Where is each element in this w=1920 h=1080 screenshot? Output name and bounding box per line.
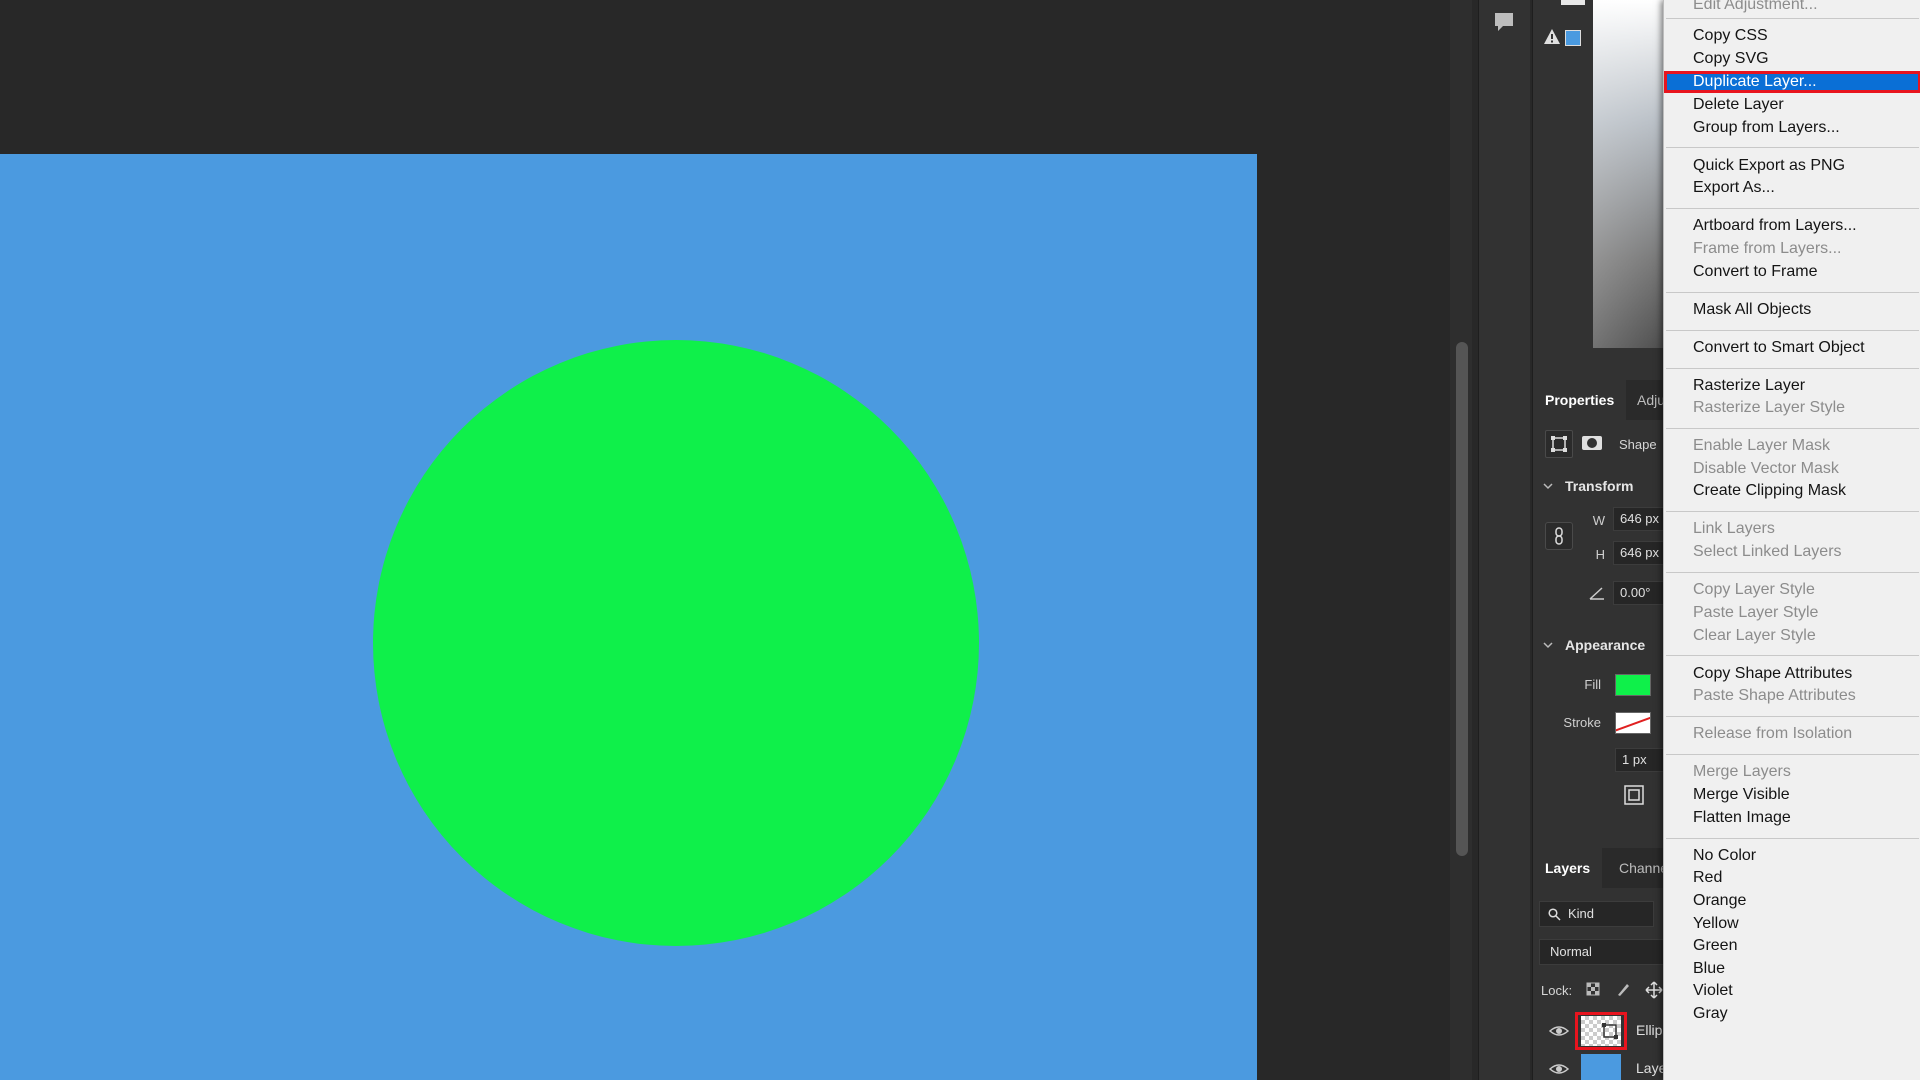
blend-mode-select[interactable]: Normal [1539, 939, 1664, 965]
stroke-label: Stroke [1563, 715, 1601, 730]
chevron-down-icon[interactable] [1543, 481, 1553, 491]
menu-item-convert-to-frame[interactable]: Convert to Frame [1664, 261, 1920, 283]
menu-item-frame-from-layers: Frame from Layers... [1693, 240, 1842, 257]
layer-context-menu: Edit Adjustment... Copy CSS Copy SVG Duplic… [1663, 0, 1920, 1080]
menu-item-copy-svg[interactable]: Copy SVG [1664, 48, 1920, 70]
menu-item-rasterize-layer[interactable]: Rasterize Layer [1664, 375, 1920, 397]
menu-separator [1666, 18, 1919, 19]
menu-separator [1666, 147, 1919, 148]
menu-item-enable-layer-mask: Enable Layer Mask [1693, 437, 1830, 454]
menu-item-artboard-from-layers[interactable]: Artboard from Layers... [1664, 215, 1920, 237]
menu-item-merge-visible[interactable]: Merge Visible [1664, 784, 1920, 806]
thumbnail-highlight-box [1575, 1012, 1627, 1050]
menu-item-flatten-image[interactable]: Flatten Image [1664, 807, 1920, 829]
mask-button[interactable] [1579, 430, 1607, 458]
menu-separator [1666, 208, 1919, 209]
menu-separator [1666, 572, 1919, 573]
menu-separator [1666, 655, 1919, 656]
stroke-color-swatch[interactable] [1615, 712, 1651, 734]
menu-item-blue[interactable]: Blue [1664, 958, 1920, 980]
menu-item-violet[interactable]: Violet [1664, 980, 1920, 1002]
canvas-area[interactable] [0, 0, 1450, 1080]
stroke-align-button[interactable] [1621, 782, 1647, 808]
stroke-options-icon [1624, 785, 1644, 805]
lock-position-icon[interactable] [1645, 981, 1663, 999]
menu-item-copy-shape-attributes[interactable]: Copy Shape Attributes [1664, 663, 1920, 685]
menu-item-release-from-isolation: Release from Isolation [1693, 725, 1853, 742]
gamut-swatch[interactable] [1565, 30, 1581, 46]
menu-item-export-as[interactable]: Export As... [1664, 177, 1920, 199]
menu-separator [1666, 330, 1919, 331]
menu-item-gray[interactable]: Gray [1664, 1003, 1920, 1025]
menu-item-link-layers: Link Layers [1693, 520, 1775, 537]
fill-label: Fill [1584, 677, 1601, 692]
menu-item-merge-layers: Merge Layers [1693, 763, 1791, 780]
menu-separator [1666, 368, 1919, 369]
shape-bounds-button[interactable] [1545, 430, 1573, 458]
menu-separator [1666, 511, 1919, 512]
mask-icon [1582, 436, 1602, 450]
panel-icon-column [1478, 0, 1530, 1080]
menu-item-paste-layer-style: Paste Layer Style [1693, 604, 1819, 621]
menu-item-create-clipping-mask[interactable]: Create Clipping Mask [1664, 480, 1920, 502]
comment-icon[interactable] [1489, 8, 1519, 36]
menu-item-no-color[interactable]: No Color [1664, 845, 1920, 867]
menu-item-mask-all-objects[interactable]: Mask All Objects [1664, 299, 1920, 321]
lock-label: Lock: [1541, 983, 1573, 998]
menu-item-convert-to-smart-object[interactable]: Convert to Smart Object [1664, 337, 1920, 359]
layer-filter-kind[interactable]: Kind [1539, 901, 1654, 927]
menu-item-clear-layer-style: Clear Layer Style [1693, 627, 1816, 644]
transform-title: Transform [1565, 478, 1634, 494]
menu-item-disable-vector-mask: Disable Vector Mask [1693, 460, 1839, 477]
menu-item-copy-css[interactable]: Copy CSS [1664, 25, 1920, 47]
menu-item-group-from-layers[interactable]: Group from Layers... [1664, 117, 1920, 139]
transform-box-icon [1551, 436, 1567, 452]
tab-layers[interactable]: Layers [1533, 848, 1603, 888]
appearance-title: Appearance [1565, 637, 1646, 653]
height-label: H [1595, 547, 1605, 562]
menu-item-yellow[interactable]: Yellow [1664, 913, 1920, 935]
angle-field[interactable]: 0.00° [1613, 581, 1664, 605]
eye-icon[interactable] [1549, 1061, 1569, 1077]
color-swatch[interactable] [1561, 0, 1585, 5]
fill-color-swatch[interactable] [1615, 674, 1651, 696]
layer-thumbnail[interactable] [1581, 1054, 1621, 1080]
menu-item-copy-layer-style: Copy Layer Style [1693, 581, 1815, 598]
menu-item-select-linked-layers: Select Linked Layers [1693, 543, 1842, 560]
menu-item-orange[interactable]: Orange [1664, 890, 1920, 912]
link-icon [1555, 527, 1563, 545]
warning-icon[interactable] [1543, 28, 1561, 46]
stroke-width-field[interactable]: 1 px [1615, 748, 1664, 772]
kind-label: Shape [1619, 437, 1657, 452]
menu-item-quick-export-as-png[interactable]: Quick Export as PNG [1664, 155, 1920, 177]
filter-kind-value: Kind [1568, 906, 1595, 921]
angle-icon [1589, 587, 1604, 600]
menu-separator [1666, 716, 1919, 717]
menu-separator [1666, 838, 1919, 839]
width-label: W [1592, 513, 1605, 528]
menu-item-rasterize-layer-style: Rasterize Layer Style [1693, 399, 1846, 416]
eye-icon[interactable] [1549, 1023, 1569, 1039]
canvas-scrollbar-thumb[interactable] [1456, 342, 1468, 856]
menu-item-paste-shape-attributes: Paste Shape Attributes [1693, 687, 1856, 704]
menu-item-red[interactable]: Red [1664, 867, 1920, 889]
lock-transparent-icon[interactable] [1585, 981, 1601, 997]
lock-pixels-icon[interactable] [1615, 981, 1631, 997]
menu-separator [1666, 754, 1919, 755]
menu-item-edit-adjustment: Edit Adjustment... [1693, 0, 1818, 13]
menu-separator [1666, 428, 1919, 429]
menu-separator [1666, 292, 1919, 293]
menu-item-green[interactable]: Green [1664, 935, 1920, 957]
document-canvas[interactable] [0, 154, 1257, 1080]
chevron-down-icon[interactable] [1543, 640, 1553, 650]
search-icon [1548, 908, 1561, 921]
width-field[interactable]: 646 px [1613, 507, 1664, 531]
tab-properties[interactable]: Properties [1533, 380, 1627, 420]
menu-item-duplicate-layer[interactable]: Duplicate Layer... [1664, 71, 1920, 93]
menu-item-delete-layer[interactable]: Delete Layer [1664, 94, 1920, 116]
link-dimensions-button[interactable] [1545, 522, 1573, 550]
height-field[interactable]: 646 px [1613, 541, 1664, 565]
ellipse-shape[interactable] [373, 340, 979, 946]
